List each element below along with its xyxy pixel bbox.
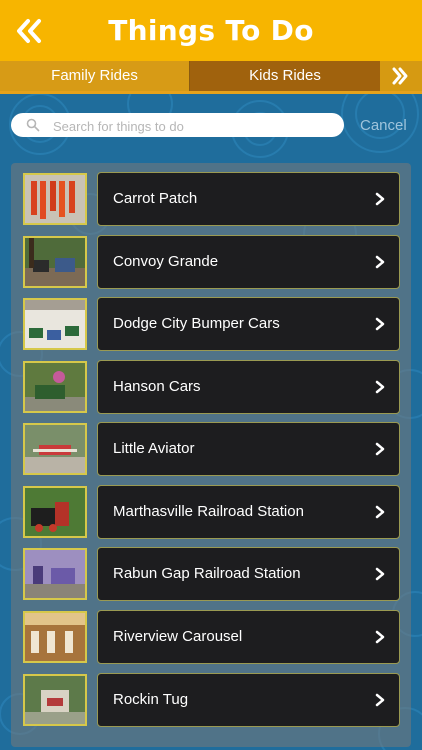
list-item: Rabun Gap Railroad Station: [0, 547, 422, 601]
tab-family-rides[interactable]: Family Rides: [0, 61, 189, 91]
item-label: Dodge City Bumper Cars: [113, 315, 280, 332]
list-item: Hanson Cars: [0, 360, 422, 414]
little-aviator-photo: [23, 423, 87, 475]
rabun-gap-railroad-photo: [23, 548, 87, 600]
tab-bar-underline: [0, 91, 422, 94]
item-label: Marthasville Railroad Station: [113, 503, 304, 520]
list-item: Carrot Patch: [0, 172, 422, 226]
cancel-button[interactable]: Cancel: [360, 117, 407, 134]
riverview-carousel-button[interactable]: Riverview Carousel: [97, 610, 400, 664]
item-label: Little Aviator: [113, 440, 195, 457]
carrot-patch-button[interactable]: Carrot Patch: [97, 172, 400, 226]
chevron-right-icon: [375, 192, 385, 206]
list-item: Marthasville Railroad Station: [0, 485, 422, 539]
chevron-right-icon: [375, 630, 385, 644]
tab-bar: Family Rides Kids Rides: [0, 61, 422, 91]
search-icon: [26, 118, 40, 132]
little-aviator-button[interactable]: Little Aviator: [97, 422, 400, 476]
search-input[interactable]: [51, 115, 335, 137]
search-bar[interactable]: [11, 113, 344, 137]
chevron-right-icon: [375, 380, 385, 394]
rockin-tug-photo: [23, 674, 87, 726]
bumper-cars-photo: [23, 298, 87, 350]
chevron-right-icon: [375, 505, 385, 519]
item-label: Convoy Grande: [113, 253, 219, 270]
marthasville-railroad-photo: [23, 486, 87, 538]
list-item: Riverview Carousel: [0, 610, 422, 664]
chevron-right-icon: [375, 317, 385, 331]
rockin-tug-button[interactable]: Rockin Tug: [97, 673, 400, 727]
double-chevron-right-icon: [392, 67, 408, 85]
list-item: Rockin Tug: [0, 673, 422, 727]
tab-next-button[interactable]: [381, 61, 422, 91]
rabun-gap-railroad-station-button[interactable]: Rabun Gap Railroad Station: [97, 547, 400, 601]
dodge-city-bumper-cars-button[interactable]: Dodge City Bumper Cars: [97, 297, 400, 351]
riverview-carousel-photo: [23, 611, 87, 663]
chevron-right-icon: [375, 442, 385, 456]
marthasville-railroad-station-button[interactable]: Marthasville Railroad Station: [97, 485, 400, 539]
convoy-grande-photo: [23, 236, 87, 288]
page-title: Things To Do: [108, 14, 314, 47]
convoy-grande-button[interactable]: Convoy Grande: [97, 235, 400, 289]
item-label: Hanson Cars: [113, 378, 201, 395]
chevron-right-icon: [375, 255, 385, 269]
hanson-cars-button[interactable]: Hanson Cars: [97, 360, 400, 414]
list-item: Little Aviator: [0, 422, 422, 476]
tab-kids-rides[interactable]: Kids Rides: [190, 61, 380, 91]
item-label: Riverview Carousel: [113, 628, 243, 645]
item-label: Carrot Patch: [113, 190, 198, 207]
carrot-patch-photo: [23, 173, 87, 225]
header-bar: Things To Do: [0, 0, 422, 61]
item-label: Rockin Tug: [113, 691, 189, 708]
list-item: Dodge City Bumper Cars: [0, 297, 422, 351]
chevron-right-icon: [375, 693, 385, 707]
hanson-cars-photo: [23, 361, 87, 413]
chevron-right-icon: [375, 567, 385, 581]
list-item: Convoy Grande: [0, 235, 422, 289]
item-label: Rabun Gap Railroad Station: [113, 565, 301, 582]
